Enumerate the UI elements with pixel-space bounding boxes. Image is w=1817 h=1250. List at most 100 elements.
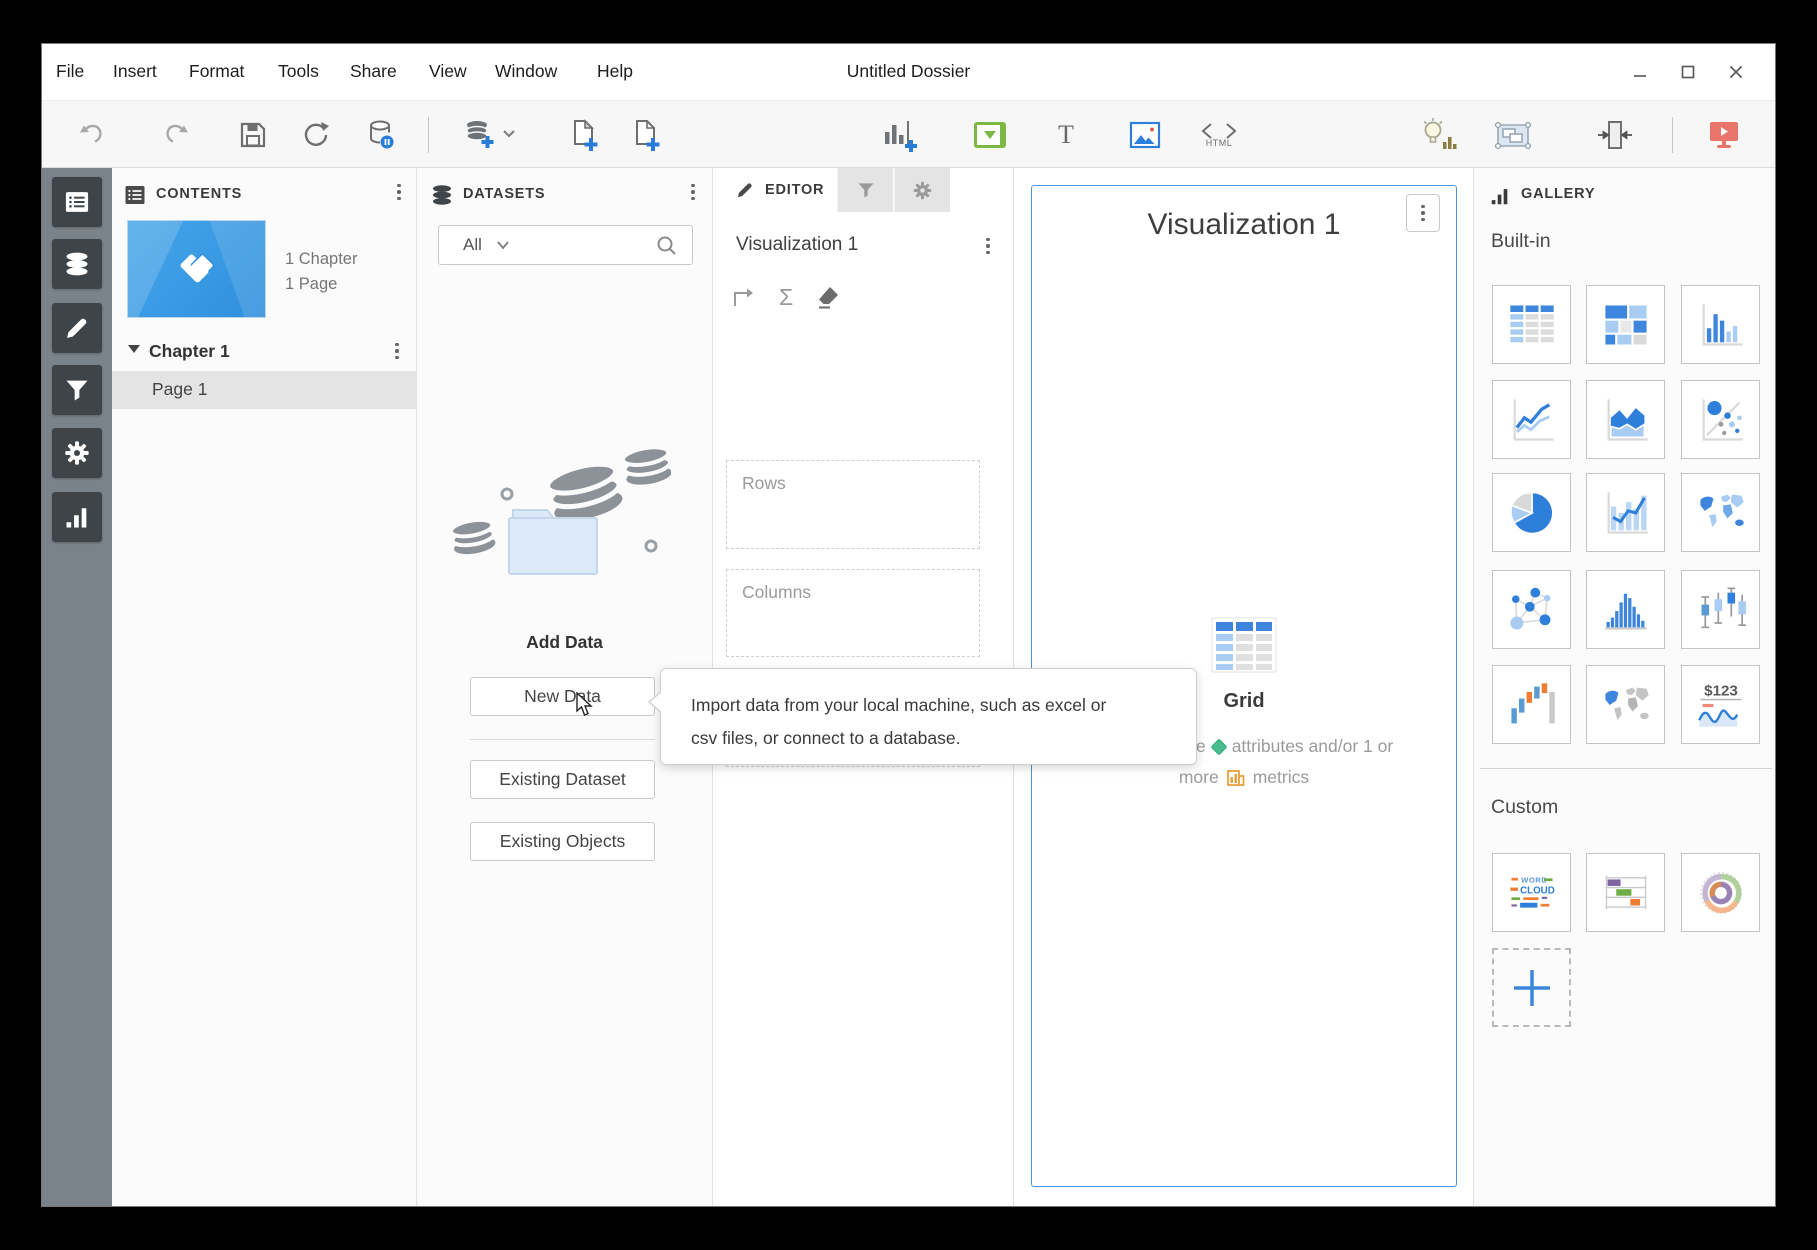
dossier-thumbnail[interactable]	[127, 220, 266, 318]
save-button[interactable]	[233, 115, 273, 155]
contents-menu-button[interactable]	[388, 180, 410, 204]
existing-objects-button[interactable]: Existing Objects	[470, 822, 655, 861]
visualization-title: Visualization 1	[1032, 208, 1456, 242]
tab-format[interactable]	[894, 168, 950, 212]
gallery-item-word-cloud[interactable]: WORD CLOUD	[1492, 853, 1571, 932]
gallery-item-grid[interactable]	[1492, 285, 1571, 364]
gallery-item-geospatial-service[interactable]	[1586, 665, 1665, 744]
insights-button[interactable]	[1420, 115, 1460, 155]
bubble-chart-icon	[1695, 394, 1747, 446]
dataset-filter-dropdown[interactable]: All	[463, 235, 482, 255]
existing-dataset-button[interactable]: Existing Dataset	[470, 760, 655, 799]
eraser-icon[interactable]	[815, 284, 843, 310]
menu-file[interactable]: File	[56, 61, 84, 82]
refresh-button[interactable]	[296, 115, 336, 155]
menu-format[interactable]: Format	[189, 61, 244, 82]
minimize-icon	[1632, 64, 1648, 80]
add-page-button[interactable]	[564, 115, 604, 155]
menu-view[interactable]: View	[429, 61, 467, 82]
contents-title: CONTENTS	[156, 186, 242, 202]
gallery-item-bar-chart[interactable]	[1681, 285, 1760, 364]
sunburst-icon	[1695, 867, 1747, 919]
menu-share[interactable]: Share	[350, 61, 397, 82]
menu-window[interactable]: Window	[495, 61, 557, 82]
contents-icon	[123, 183, 147, 207]
new-data-button[interactable]: New Data	[470, 677, 655, 716]
area-chart-icon	[1600, 394, 1652, 446]
gallery-item-kpi[interactable]: $123	[1681, 665, 1760, 744]
new-data-tooltip: Import data from your local machine, suc…	[660, 668, 1197, 765]
chapter-menu-button[interactable]	[386, 339, 408, 363]
menu-bar: File Insert Format Tools Share View Wind…	[42, 44, 1775, 100]
chevron-down-icon[interactable]	[496, 240, 510, 250]
rail-datasets-button[interactable]	[52, 239, 102, 289]
chevron-down-icon[interactable]	[128, 345, 140, 353]
close-button[interactable]	[1721, 58, 1751, 86]
dossier-logo-icon	[168, 245, 226, 293]
minimize-button[interactable]	[1625, 58, 1655, 86]
fit-to-window-button[interactable]	[1595, 115, 1635, 155]
gallery-item-map[interactable]	[1681, 473, 1760, 552]
add-image-button[interactable]	[1125, 115, 1165, 155]
gallery-item-box-plot[interactable]	[1681, 570, 1760, 649]
datasets-menu-button[interactable]	[682, 180, 704, 204]
add-html-button[interactable]: HTML	[1199, 115, 1239, 155]
image-icon	[1129, 120, 1161, 150]
gantt-chart-icon	[1600, 867, 1652, 919]
redo-button[interactable]	[154, 115, 194, 155]
rail-filter-button[interactable]	[52, 365, 102, 415]
undo-button[interactable]	[74, 115, 114, 155]
tab-filter[interactable]	[837, 168, 893, 212]
dataset-search-box[interactable]: All	[438, 225, 693, 265]
metric-icon	[1226, 768, 1246, 788]
menu-help[interactable]: Help	[597, 61, 633, 82]
dropzone-columns[interactable]: Columns	[726, 569, 980, 657]
gallery-item-heat-map[interactable]	[1586, 285, 1665, 364]
swap-axes-icon[interactable]	[729, 284, 757, 310]
gallery-item-histogram[interactable]	[1586, 570, 1665, 649]
gallery-item-combo-chart[interactable]	[1586, 473, 1665, 552]
menu-tools[interactable]: Tools	[278, 61, 319, 82]
rail-gallery-button[interactable]	[52, 492, 102, 542]
histogram-icon	[1600, 584, 1652, 636]
add-text-button[interactable]: T	[1046, 115, 1086, 155]
menu-insert[interactable]: Insert	[113, 61, 157, 82]
auto-arrange-button[interactable]	[1493, 115, 1533, 155]
gallery-item-bubble-chart[interactable]	[1681, 380, 1760, 459]
mouse-cursor	[573, 692, 597, 723]
sigma-totals-icon[interactable]: Σ	[779, 286, 793, 309]
search-icon[interactable]	[656, 235, 678, 257]
left-rail	[42, 168, 112, 1206]
page-row-selected[interactable]: Page 1	[112, 371, 416, 409]
gallery-item-sunburst[interactable]	[1681, 853, 1760, 932]
presentation-mode-button[interactable]	[1704, 115, 1744, 155]
gallery-item-pie-chart[interactable]	[1492, 473, 1571, 552]
maximize-button[interactable]	[1673, 58, 1703, 86]
dropzone-rows[interactable]: Rows	[726, 460, 980, 549]
editor-tab-label: EDITOR	[765, 182, 824, 198]
add-selector-button[interactable]	[970, 115, 1010, 155]
gallery-item-waterfall[interactable]	[1492, 665, 1571, 744]
gallery-item-network[interactable]	[1492, 570, 1571, 649]
rail-editor-button[interactable]	[52, 303, 102, 353]
custom-section-label: Custom	[1491, 796, 1558, 819]
editor-viz-menu-button[interactable]	[977, 234, 999, 258]
contents-icon	[63, 188, 91, 216]
visualization-menu-button[interactable]	[1406, 194, 1440, 232]
gallery-item-line-chart[interactable]	[1492, 380, 1571, 459]
rail-contents-button[interactable]	[52, 177, 102, 227]
add-chapter-button[interactable]	[626, 115, 666, 155]
gallery-item-area-chart[interactable]	[1586, 380, 1665, 459]
chapter-count: 1 Chapter	[285, 250, 357, 269]
add-visualization-button[interactable]	[880, 115, 920, 155]
gallery-header: GALLERY	[1474, 178, 1775, 212]
tab-editor[interactable]: EDITOR	[713, 168, 836, 212]
gallery-item-gantt-chart[interactable]	[1586, 853, 1665, 932]
divider	[470, 739, 655, 740]
add-data-button[interactable]	[462, 115, 518, 155]
present-icon	[1707, 119, 1741, 151]
gallery-item-add-custom-visualization[interactable]	[1492, 948, 1571, 1027]
dataset-status-button[interactable]	[362, 115, 402, 155]
chapter-row[interactable]: Chapter 1	[112, 334, 416, 370]
rail-settings-button[interactable]	[52, 428, 102, 478]
